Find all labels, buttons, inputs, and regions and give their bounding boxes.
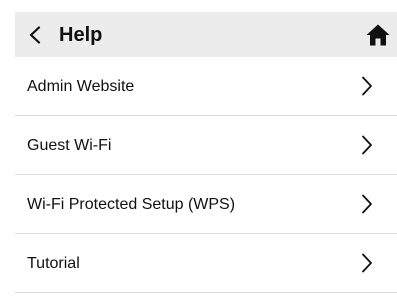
menu-item-label: Wi-Fi Protected Setup (WPS) (27, 196, 236, 213)
menu-item-label: Admin Website (27, 78, 135, 95)
menu-item-tutorial[interactable]: Tutorial (15, 234, 397, 293)
menu-item-guest-wifi[interactable]: Guest Wi-Fi (15, 116, 397, 175)
help-menu-list: Admin Website Guest Wi-Fi Wi-Fi Protecte… (15, 57, 397, 293)
header-bar: Help (15, 12, 397, 57)
menu-item-label: Tutorial (27, 255, 80, 272)
home-icon (366, 24, 390, 46)
chevron-right-icon (362, 135, 372, 155)
chevron-right-icon (362, 253, 372, 273)
chevron-right-icon (362, 76, 372, 96)
menu-item-label: Guest Wi-Fi (27, 137, 112, 154)
menu-item-admin-website[interactable]: Admin Website (15, 57, 397, 116)
chevron-left-icon (29, 26, 41, 44)
chevron-right-icon (362, 194, 372, 214)
menu-item-wps[interactable]: Wi-Fi Protected Setup (WPS) (15, 175, 397, 234)
help-screen: Help Admin Website Guest Wi-Fi Wi-Fi Pro… (0, 0, 397, 301)
home-button[interactable] (363, 20, 393, 50)
page-title: Help (59, 24, 103, 46)
back-button[interactable] (25, 19, 51, 49)
